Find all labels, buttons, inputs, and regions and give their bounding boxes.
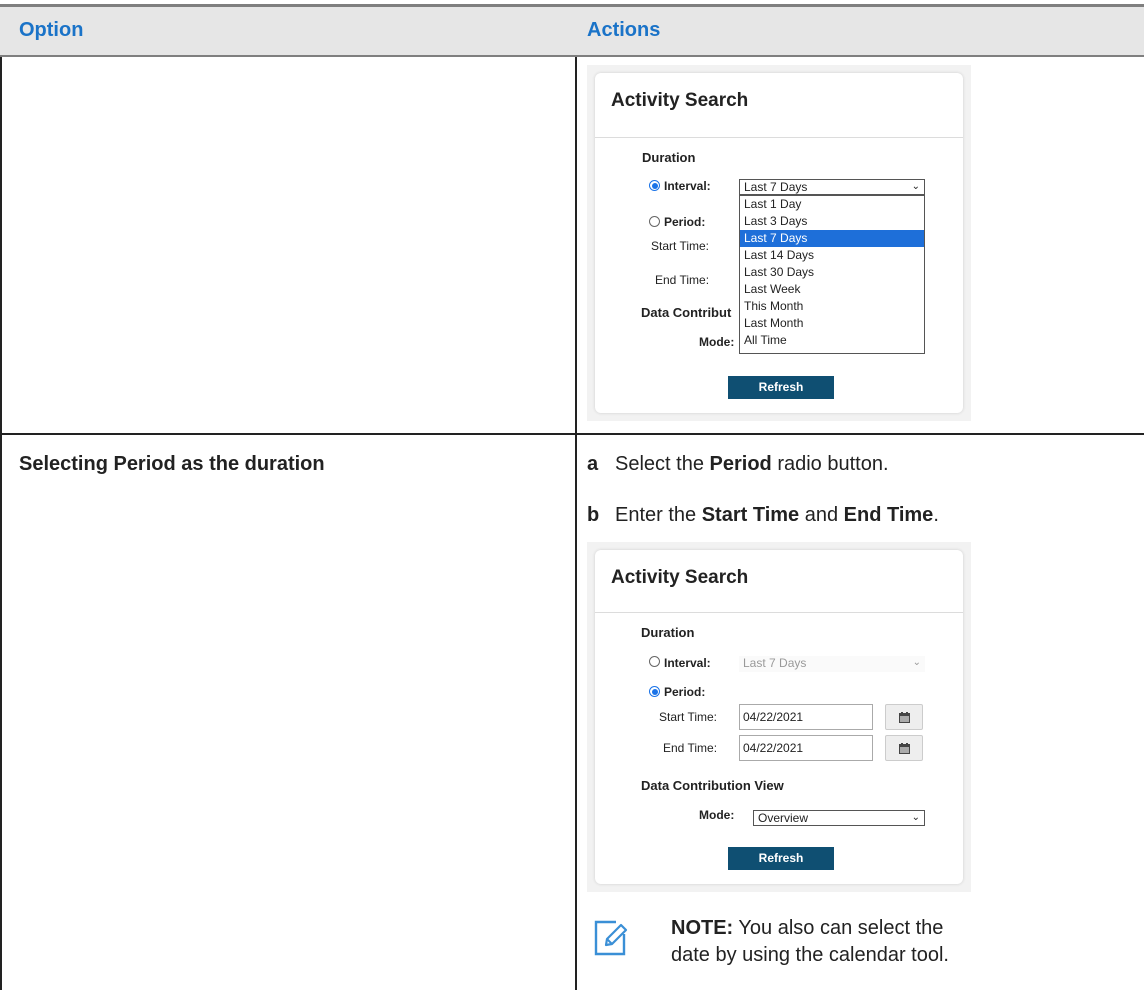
interval-select-value: Last 7 Days	[744, 180, 808, 194]
mode-select[interactable]: Overview ⌄	[753, 810, 925, 826]
step-text: Select the	[615, 453, 710, 475]
dropdown-option[interactable]: Last 30 Days	[740, 264, 924, 281]
options-table: Option Actions Activity Search Duration …	[0, 0, 1144, 990]
interval-select[interactable]: Last 7 Days ⌄	[739, 656, 925, 672]
header-actions: Actions	[587, 19, 661, 41]
duration-heading: Duration	[641, 625, 695, 640]
step-b: b Enter the Start Time and End Time.	[587, 504, 939, 527]
interval-dropdown[interactable]: Last 1 Day Last 3 Days Last 7 Days Last …	[739, 195, 925, 354]
step-text: Enter the	[615, 504, 702, 526]
table-header-row: Option Actions	[0, 7, 1144, 55]
interval-select-value: Last 7 Days	[743, 656, 807, 670]
chevron-down-icon: ⌄	[911, 181, 920, 192]
header-rule	[0, 55, 1144, 57]
interval-radio[interactable]	[649, 656, 660, 667]
dropdown-option[interactable]: Last Month	[740, 315, 924, 332]
step-letter: b	[587, 504, 600, 526]
data-contribution-heading: Data Contribut	[641, 305, 732, 320]
screenshot-period: Activity Search Duration Interval: Last …	[587, 542, 971, 892]
note-text: NOTE: You also can select the date by us…	[671, 915, 951, 969]
screenshot-interval: Activity Search Duration Interval: Last …	[587, 65, 971, 421]
step-a: a Select the Period radio button.	[587, 453, 889, 476]
mode-label: Mode:	[699, 335, 735, 349]
interval-radio[interactable]	[649, 180, 660, 191]
calendar-icon	[899, 743, 910, 754]
end-time-input[interactable]: 04/22/2021	[739, 735, 873, 761]
step-letter: a	[587, 453, 599, 475]
dropdown-option[interactable]: All Time	[740, 332, 924, 349]
note-label: NOTE:	[671, 917, 734, 939]
panel-title: Activity Search	[611, 567, 749, 588]
interval-select[interactable]: Last 7 Days ⌄	[739, 179, 925, 195]
data-contribution-heading: Data Contribution View	[641, 778, 784, 793]
end-calendar-button[interactable]	[885, 735, 923, 761]
period-radio[interactable]	[649, 216, 660, 227]
dropdown-option[interactable]: Last 1 Day	[740, 196, 924, 213]
dropdown-option[interactable]: Last 3 Days	[740, 213, 924, 230]
panel-separator	[595, 137, 963, 138]
mode-label: Mode:	[699, 808, 735, 822]
dropdown-option[interactable]: Last 14 Days	[740, 247, 924, 264]
end-time-label: End Time:	[655, 273, 710, 287]
row-divider	[0, 433, 1144, 435]
period-label: Period:	[664, 685, 706, 699]
refresh-button[interactable]: Refresh	[728, 376, 834, 399]
end-time-label: End Time:	[663, 741, 718, 755]
start-time-label: Start Time:	[651, 239, 710, 253]
start-time-input[interactable]: 04/22/2021	[739, 704, 873, 730]
activity-search-panel: Activity Search Duration Interval: Last …	[595, 73, 963, 413]
dropdown-option-selected[interactable]: Last 7 Days	[740, 230, 924, 247]
step-text: radio button.	[771, 453, 889, 475]
panel-title: Activity Search	[611, 90, 749, 111]
dropdown-option[interactable]: Last Week	[740, 281, 924, 298]
calendar-icon	[899, 712, 910, 723]
option-selecting-period: Selecting Period as the duration	[19, 453, 325, 475]
period-label: Period:	[664, 215, 706, 229]
chevron-down-icon: ⌄	[911, 812, 920, 823]
start-time-label: Start Time:	[659, 710, 718, 724]
chevron-down-icon: ⌄	[912, 657, 921, 668]
interval-label: Interval:	[664, 656, 711, 670]
dropdown-option[interactable]: This Month	[740, 298, 924, 315]
note-pencil-icon	[594, 920, 628, 956]
refresh-button[interactable]: Refresh	[728, 847, 834, 870]
start-calendar-button[interactable]	[885, 704, 923, 730]
period-radio[interactable]	[649, 686, 660, 697]
step-bold: Period	[709, 453, 772, 475]
step-text: and	[799, 504, 844, 526]
interval-label: Interval:	[664, 179, 711, 193]
column-divider	[575, 57, 577, 990]
header-option: Option	[19, 19, 84, 41]
step-text: .	[933, 504, 939, 526]
activity-search-panel: Activity Search Duration Interval: Last …	[595, 550, 963, 884]
table-left-border	[0, 57, 2, 990]
step-bold: Start Time	[701, 504, 800, 526]
step-bold: End Time	[843, 504, 934, 526]
duration-heading: Duration	[642, 150, 696, 165]
mode-select-value: Overview	[758, 811, 809, 825]
panel-separator	[595, 612, 963, 613]
